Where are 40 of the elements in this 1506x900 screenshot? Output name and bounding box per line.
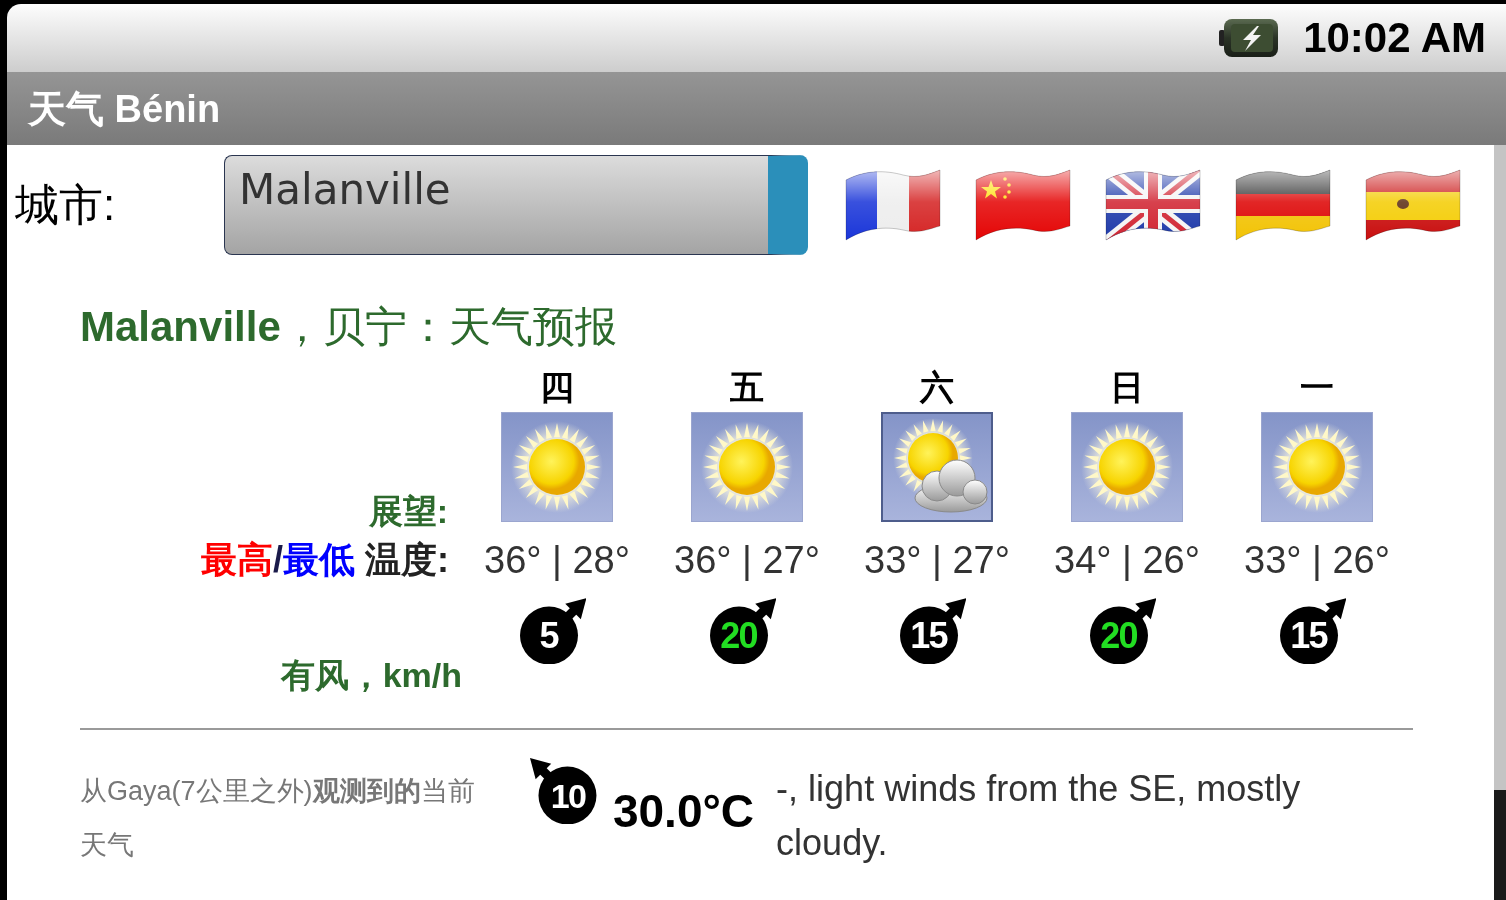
wind-speed: 5 xyxy=(539,618,558,655)
scrollbar-thumb[interactable] xyxy=(1494,145,1506,790)
city-dropdown[interactable]: Malanville xyxy=(224,155,808,255)
day-label: 日 xyxy=(1110,370,1144,404)
app-title: 天气 Bénin xyxy=(28,89,221,128)
day-label: 一 xyxy=(1300,370,1334,404)
observation-source: 从Gaya(7公里之外)观测到的当前天气 xyxy=(80,775,476,862)
wind-speed: 20 xyxy=(1100,618,1137,655)
wind-speed: 15 xyxy=(910,618,947,655)
wind-speed: 15 xyxy=(1290,618,1327,655)
clock: 10:02 AM xyxy=(1303,17,1486,59)
weather-description: -, light winds from the SE, mostly cloudy. xyxy=(776,767,1302,865)
wind-arrow-icon xyxy=(899,598,966,665)
wind-speed: 10 xyxy=(550,779,586,814)
wind-arrow-icon xyxy=(530,758,597,825)
temperature-range: 36° | 27° xyxy=(674,541,820,579)
sun-icon xyxy=(1071,412,1183,522)
sun-icon xyxy=(691,412,803,522)
city-label: 城市: xyxy=(15,183,116,227)
outlook-label: 展望: xyxy=(368,494,448,528)
wind-arrow-icon xyxy=(519,598,586,665)
wind-arrow-icon xyxy=(1279,598,1346,665)
battery-charging-icon xyxy=(1219,18,1280,58)
temperature-range: 36° | 28° xyxy=(484,541,630,579)
sun-behind-cloud-icon xyxy=(881,412,993,522)
wind-speed: 20 xyxy=(720,618,757,655)
forecast-heading: Malanville，贝宁：天气预报 xyxy=(80,303,617,350)
temperature-label: 最高/最低 温度: xyxy=(200,542,449,578)
wind-arrow-icon xyxy=(709,598,776,665)
temperature-range: 34° | 26° xyxy=(1054,541,1200,579)
temperature-range: 33° | 27° xyxy=(864,541,1010,579)
day-label: 四 xyxy=(540,370,574,404)
wind-label: 有风，km/h xyxy=(280,658,462,692)
temperature-range: 33° | 26° xyxy=(1244,541,1390,579)
current-temperature: 30.0°C xyxy=(612,788,755,834)
sun-icon xyxy=(501,412,613,522)
wind-arrow-icon xyxy=(1089,598,1156,665)
sun-icon xyxy=(1261,412,1373,522)
day-label: 六 xyxy=(920,370,954,404)
day-label: 五 xyxy=(730,370,764,404)
